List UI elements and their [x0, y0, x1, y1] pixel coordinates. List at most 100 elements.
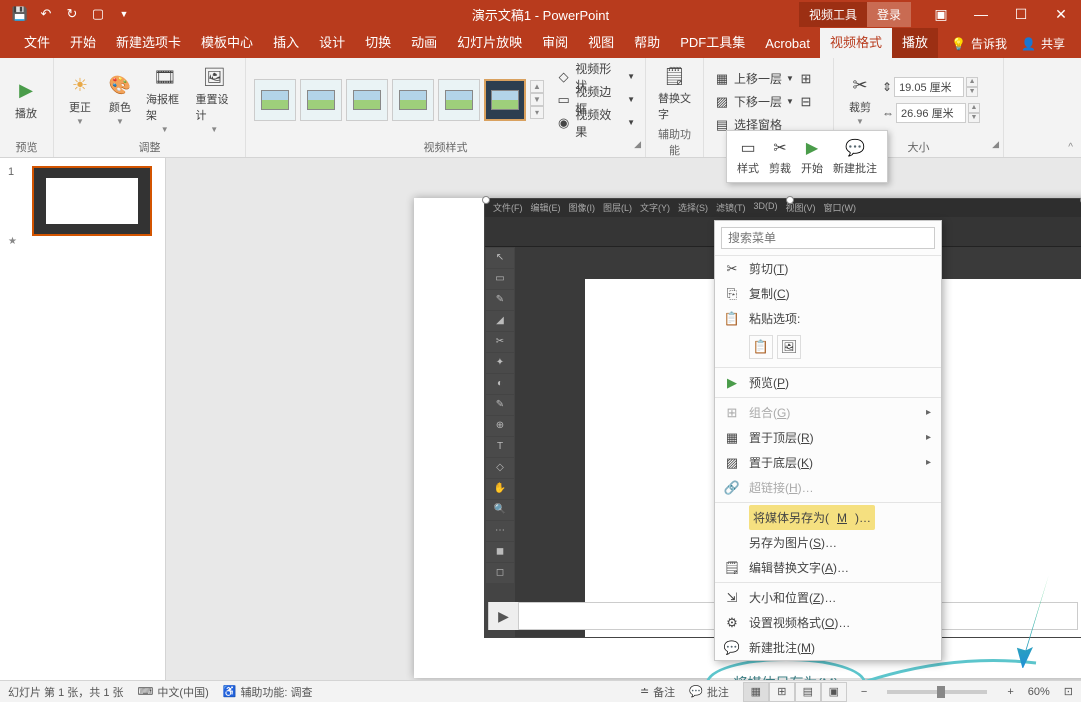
close-icon[interactable]: ✕ — [1041, 0, 1081, 28]
redo-icon[interactable]: ↻ — [64, 6, 80, 22]
maximize-icon[interactable]: ☐ — [1001, 0, 1041, 28]
effect-icon: ◉ — [556, 115, 571, 131]
crop-button[interactable]: ✂裁剪▼ — [842, 71, 878, 128]
save-icon[interactable]: 💾 — [12, 6, 28, 22]
zoom-in-button[interactable]: + — [1007, 686, 1013, 698]
selection-handle[interactable] — [482, 196, 490, 204]
minimize-icon[interactable]: ― — [961, 0, 1001, 28]
ctx-save-picture[interactable]: 另存为图片(S)… — [715, 530, 941, 555]
ctx-copy[interactable]: ⎘复制(C) — [715, 281, 941, 306]
play-icon: ▶ — [801, 137, 823, 159]
tab-view[interactable]: 视图 — [578, 26, 624, 58]
mini-comment-button[interactable]: 💬新建批注 — [829, 135, 881, 178]
tab-design[interactable]: 设计 — [309, 26, 355, 58]
language-button[interactable]: ⌨中文(中国) — [138, 684, 209, 700]
bring-forward-button[interactable]: ▦上移一层▼⊞ — [712, 68, 816, 90]
tab-home[interactable]: 开始 — [60, 26, 106, 58]
gallery-more-icon[interactable]: ▾ — [530, 106, 544, 119]
reset-design-button[interactable]: 🖼重置设计▼ — [192, 63, 238, 136]
fit-window-button[interactable]: ⊡ — [1064, 685, 1073, 698]
ctx-size-position[interactable]: ⇲大小和位置(Z)… — [715, 585, 941, 610]
tab-review[interactable]: 审阅 — [532, 26, 578, 58]
tab-pdf[interactable]: PDF工具集 — [670, 26, 755, 58]
login-button[interactable]: 登录 — [867, 2, 911, 27]
tab-slideshow[interactable]: 幻灯片放映 — [447, 26, 532, 58]
annotation-arrow — [996, 568, 1076, 668]
slide-thumbnail-panel: 1 ★ — [0, 158, 166, 680]
ctx-format-video[interactable]: ⚙设置视频格式(O)… — [715, 610, 941, 635]
mini-start-button[interactable]: ▶开始 — [797, 135, 827, 178]
ribbon-display-icon[interactable]: ▣ — [921, 0, 961, 28]
tab-video-format[interactable]: 视频格式 — [820, 26, 892, 58]
group-icon: ⊞ — [723, 404, 741, 422]
ctx-bring-front[interactable]: ▦置于顶层(R)▸ — [715, 425, 941, 450]
play-button[interactable]: ▶播放 — [8, 77, 44, 123]
media-play-button[interactable]: ▶ — [489, 602, 519, 630]
share-button[interactable]: 👤共享 — [1021, 35, 1065, 52]
accessibility-button[interactable]: ♿辅助功能: 调查 — [223, 684, 313, 700]
tab-animations[interactable]: 动画 — [401, 26, 447, 58]
tab-template[interactable]: 模板中心 — [191, 26, 263, 58]
comments-button[interactable]: 💬 批注 — [689, 684, 729, 700]
slide-counter: 幻灯片 第 1 张，共 1 张 — [8, 684, 124, 700]
paste-option-1[interactable]: 📋 — [749, 335, 773, 359]
gallery-up-icon[interactable]: ▲ — [530, 80, 544, 93]
menu-search-input[interactable] — [721, 227, 935, 249]
video-effects-button[interactable]: ◉视频效果▼ — [554, 112, 637, 134]
comment-icon: 💬 — [844, 137, 866, 159]
tab-playback[interactable]: 播放 — [892, 26, 938, 58]
ctx-cut[interactable]: ✂剪切(T) — [715, 256, 941, 281]
sorter-view-button[interactable]: ⊞ — [769, 682, 795, 702]
bulb-icon: 💡 — [951, 37, 966, 51]
start-icon[interactable]: ▢ — [90, 6, 106, 22]
paste-option-2[interactable]: 🖼 — [777, 335, 801, 359]
preview-icon: ▶ — [723, 374, 741, 392]
ctx-new-comment[interactable]: 💬新建批注(M) — [715, 635, 941, 660]
mini-crop-button[interactable]: ✂剪裁 — [765, 135, 795, 178]
poster-frame-button[interactable]: 🎞海报框架▼ — [142, 63, 188, 136]
zoom-slider[interactable] — [887, 690, 987, 694]
corrections-button[interactable]: ☀更正▼ — [62, 71, 98, 128]
ctx-preview[interactable]: ▶预览(P) — [715, 370, 941, 395]
selection-handle[interactable] — [786, 196, 794, 204]
tab-file[interactable]: 文件 — [14, 26, 60, 58]
collapse-ribbon-icon[interactable]: ^ — [1068, 142, 1073, 153]
alt-text-button[interactable]: 🗒替换文字 — [654, 62, 695, 124]
ctx-edit-alttext[interactable]: 🗒编辑替换文字(A)… — [715, 555, 941, 580]
normal-view-button[interactable]: ▦ — [743, 682, 769, 702]
context-menu: ✂剪切(T) ⎘复制(C) 📋粘贴选项: 📋🖼 ▶预览(P) ⊞组合(G)▸ ▦… — [714, 220, 942, 661]
mini-style-button[interactable]: ▭样式 — [733, 135, 763, 178]
size-launcher-icon[interactable]: ◢ — [992, 139, 999, 150]
height-input[interactable]: 19.05 厘米 — [894, 77, 964, 97]
undo-icon[interactable]: ↶ — [38, 6, 54, 22]
slideshow-view-button[interactable]: ▣ — [821, 682, 847, 702]
ctx-save-media[interactable]: 将媒体另存为(M)… — [715, 505, 941, 530]
notes-button[interactable]: ≐ 备注 — [640, 684, 675, 700]
slide-thumbnail[interactable] — [32, 166, 152, 236]
ctx-send-back[interactable]: ▨置于底层(K)▸ — [715, 450, 941, 475]
tab-insert[interactable]: 插入 — [263, 26, 309, 58]
width-input[interactable]: 26.96 厘米 — [896, 103, 966, 123]
slide-number: 1 — [8, 166, 28, 178]
gallery-down-icon[interactable]: ▼ — [530, 93, 544, 106]
send-backward-button[interactable]: ▨下移一层▼⊟ — [712, 91, 816, 113]
tab-transitions[interactable]: 切换 — [355, 26, 401, 58]
tell-me[interactable]: 💡告诉我 — [951, 35, 1007, 52]
comment-icon: 💬 — [723, 639, 741, 657]
tab-acrobat[interactable]: Acrobat — [755, 30, 820, 58]
color-button[interactable]: 🎨颜色▼ — [102, 71, 138, 128]
alttext-icon: 🗒 — [663, 64, 687, 88]
tab-newtab[interactable]: 新建选项卡 — [106, 26, 191, 58]
tab-help[interactable]: 帮助 — [624, 26, 670, 58]
align-icon[interactable]: ⊞ — [798, 71, 814, 87]
slide-editor[interactable]: 文件(F)编辑(E)图像(I)图层(L)文字(Y)选择(S)滤镜(T)3D(D)… — [166, 158, 1081, 680]
video-styles-gallery[interactable]: ▲▼▾ — [254, 79, 544, 121]
reading-view-button[interactable]: ▤ — [795, 682, 821, 702]
zoom-out-button[interactable]: − — [861, 686, 867, 698]
brightness-icon: ☀ — [68, 73, 92, 97]
group-icon[interactable]: ⊟ — [798, 94, 814, 110]
dialog-launcher-icon[interactable]: ◢ — [634, 139, 641, 150]
zoom-level[interactable]: 60% — [1028, 686, 1050, 698]
height-icon: ⇕ — [882, 80, 892, 94]
qat-dropdown-icon[interactable]: ▼ — [116, 6, 132, 22]
